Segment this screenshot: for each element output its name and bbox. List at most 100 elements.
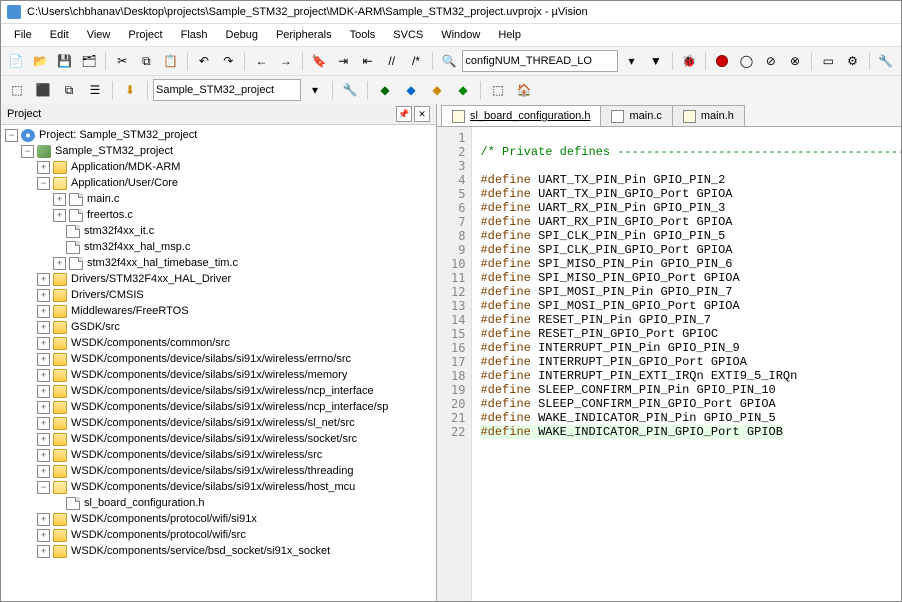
menu-help[interactable]: Help [489, 27, 530, 43]
title-bar[interactable]: C:\Users\chbhanav\Desktop\projects\Sampl… [1, 1, 901, 24]
tab-main-h[interactable]: main.h [672, 105, 745, 126]
tree-group-ncp[interactable]: +WSDK/components/device/silabs/si91x/wir… [1, 383, 436, 399]
expander-icon[interactable]: + [37, 417, 50, 430]
tree-group-mdkarm[interactable]: +Application/MDK-ARM [1, 159, 436, 175]
tree-group-usercore[interactable]: −Application/User/Core [1, 175, 436, 191]
breakpoint-insert-button[interactable] [711, 49, 733, 73]
expander-icon[interactable]: + [37, 369, 50, 382]
tools-button[interactable]: 🔧 [875, 49, 897, 73]
expander-icon[interactable]: + [37, 449, 50, 462]
options-button[interactable]: 🔧 [338, 78, 362, 102]
menu-file[interactable]: File [5, 27, 41, 43]
nav-back-button[interactable]: ← [250, 49, 272, 73]
comment-button[interactable]: // [381, 49, 403, 73]
tree-group-memory[interactable]: +WSDK/components/device/silabs/si91x/wir… [1, 367, 436, 383]
expander-icon[interactable]: + [37, 273, 50, 286]
tree-group-errno[interactable]: +WSDK/components/device/silabs/si91x/wir… [1, 351, 436, 367]
target-dropdown-button[interactable]: ▾ [303, 78, 327, 102]
expander-icon[interactable]: + [37, 289, 50, 302]
project-panel-header[interactable]: Project 📌 ✕ [1, 104, 436, 125]
nav-fwd-button[interactable]: → [275, 49, 297, 73]
expander-icon[interactable]: + [53, 193, 66, 206]
menu-view[interactable]: View [78, 27, 120, 43]
menu-svcs[interactable]: SVCS [384, 27, 432, 43]
open-file-button[interactable]: 📂 [29, 49, 51, 73]
tree-group-cmsis[interactable]: +Drivers/CMSIS [1, 287, 436, 303]
tab-sl_board_configuration-h[interactable]: sl_board_configuration.h [441, 105, 601, 126]
tree-group-common[interactable]: +WSDK/components/common/src [1, 335, 436, 351]
redo-button[interactable]: ↷ [217, 49, 239, 73]
tree-file-freertos-c[interactable]: +freertos.c [1, 207, 436, 223]
uncomment-button[interactable]: /* [405, 49, 427, 73]
download-button[interactable]: ⬇ [118, 78, 142, 102]
tree-project-root[interactable]: −Project: Sample_STM32_project [1, 127, 436, 143]
expander-icon[interactable]: + [37, 433, 50, 446]
project-tree[interactable]: −Project: Sample_STM32_project−Sample_ST… [1, 125, 436, 601]
menu-edit[interactable]: Edit [41, 27, 78, 43]
tree-group-wireless-src[interactable]: +WSDK/components/device/silabs/si91x/wir… [1, 447, 436, 463]
tree-group-gsdk[interactable]: +GSDK/src [1, 319, 436, 335]
menu-window[interactable]: Window [432, 27, 489, 43]
tree-file-main-c[interactable]: +main.c [1, 191, 436, 207]
tree-file-halmsp-c[interactable]: stm32f4xx_hal_msp.c [1, 239, 436, 255]
source-text[interactable]: /* Private defines ---------------------… [472, 127, 901, 601]
expander-icon[interactable]: + [37, 161, 50, 174]
configure-button[interactable]: ⚙ [841, 49, 863, 73]
expander-icon[interactable]: + [37, 465, 50, 478]
expander-icon[interactable]: + [37, 513, 50, 526]
tree-group-proto-src[interactable]: +WSDK/components/protocol/wifi/src [1, 527, 436, 543]
tree-group-hostmcu[interactable]: −WSDK/components/device/silabs/si91x/wir… [1, 479, 436, 495]
batch-build-button[interactable]: ☰ [83, 78, 107, 102]
debug-button[interactable]: 🐞 [678, 49, 700, 73]
expander-icon[interactable]: + [37, 305, 50, 318]
find-button[interactable]: 🔍 [438, 49, 460, 73]
menu-tools[interactable]: Tools [341, 27, 385, 43]
find-next-button[interactable]: ▾ [620, 49, 642, 73]
expander-icon[interactable]: + [37, 545, 50, 558]
tree-group-socket[interactable]: +WSDK/components/device/silabs/si91x/wir… [1, 431, 436, 447]
expander-icon[interactable]: − [37, 481, 50, 494]
books-button[interactable]: ◆ [451, 78, 475, 102]
expander-icon[interactable]: + [53, 257, 66, 270]
manage-components-button[interactable]: ⬚ [486, 78, 510, 102]
home-button[interactable]: 🏠 [512, 78, 536, 102]
paste-button[interactable]: 📋 [160, 49, 182, 73]
translate-button[interactable]: ⬚ [5, 78, 29, 102]
find-combo[interactable] [462, 50, 618, 72]
expander-icon[interactable]: + [53, 209, 66, 222]
rebuild-button[interactable]: ⧉ [57, 78, 81, 102]
breakpoint-disable-button[interactable]: ⊘ [760, 49, 782, 73]
select-packs-button[interactable]: ◆ [399, 78, 423, 102]
breakpoint-kill-button[interactable]: ⊗ [784, 49, 806, 73]
tab-main-c[interactable]: main.c [600, 105, 672, 126]
undo-button[interactable]: ↶ [193, 49, 215, 73]
cut-button[interactable]: ✂ [111, 49, 133, 73]
tree-group-ncp-sp[interactable]: +WSDK/components/device/silabs/si91x/wir… [1, 399, 436, 415]
find-prev-button[interactable]: ▼ [645, 49, 667, 73]
tree-file-stm32it-c[interactable]: stm32f4xx_it.c [1, 223, 436, 239]
tree-target[interactable]: −Sample_STM32_project [1, 143, 436, 159]
target-select[interactable] [153, 79, 301, 101]
tree-group-haldriver[interactable]: +Drivers/STM32F4xx_HAL_Driver [1, 271, 436, 287]
expander-icon[interactable]: − [37, 177, 50, 190]
tree-file-haltimebase-c[interactable]: +stm32f4xx_hal_timebase_tim.c [1, 255, 436, 271]
menu-peripherals[interactable]: Peripherals [267, 27, 341, 43]
menu-project[interactable]: Project [119, 27, 171, 43]
tree-group-bsdsock[interactable]: +WSDK/components/service/bsd_socket/si91… [1, 543, 436, 559]
code-editor[interactable]: 1 2 3 4 5 6 7 8 9 10 11 12 13 14 15 16 1… [437, 127, 901, 601]
expander-icon[interactable]: + [37, 385, 50, 398]
menu-flash[interactable]: Flash [172, 27, 217, 43]
expander-icon[interactable]: − [21, 145, 34, 158]
bookmark-button[interactable]: 🔖 [308, 49, 330, 73]
new-file-button[interactable]: 📄 [5, 49, 27, 73]
menu-debug[interactable]: Debug [217, 27, 267, 43]
expander-icon[interactable]: − [5, 129, 18, 142]
build-button[interactable]: ⬛ [31, 78, 55, 102]
manage-rtenv-button[interactable]: ◆ [373, 78, 397, 102]
expander-icon[interactable]: + [37, 401, 50, 414]
expander-icon[interactable]: + [37, 337, 50, 350]
expander-icon[interactable]: + [37, 353, 50, 366]
save-button[interactable]: 💾 [54, 49, 76, 73]
outdent-button[interactable]: ⇤ [356, 49, 378, 73]
expander-icon[interactable]: + [37, 529, 50, 542]
